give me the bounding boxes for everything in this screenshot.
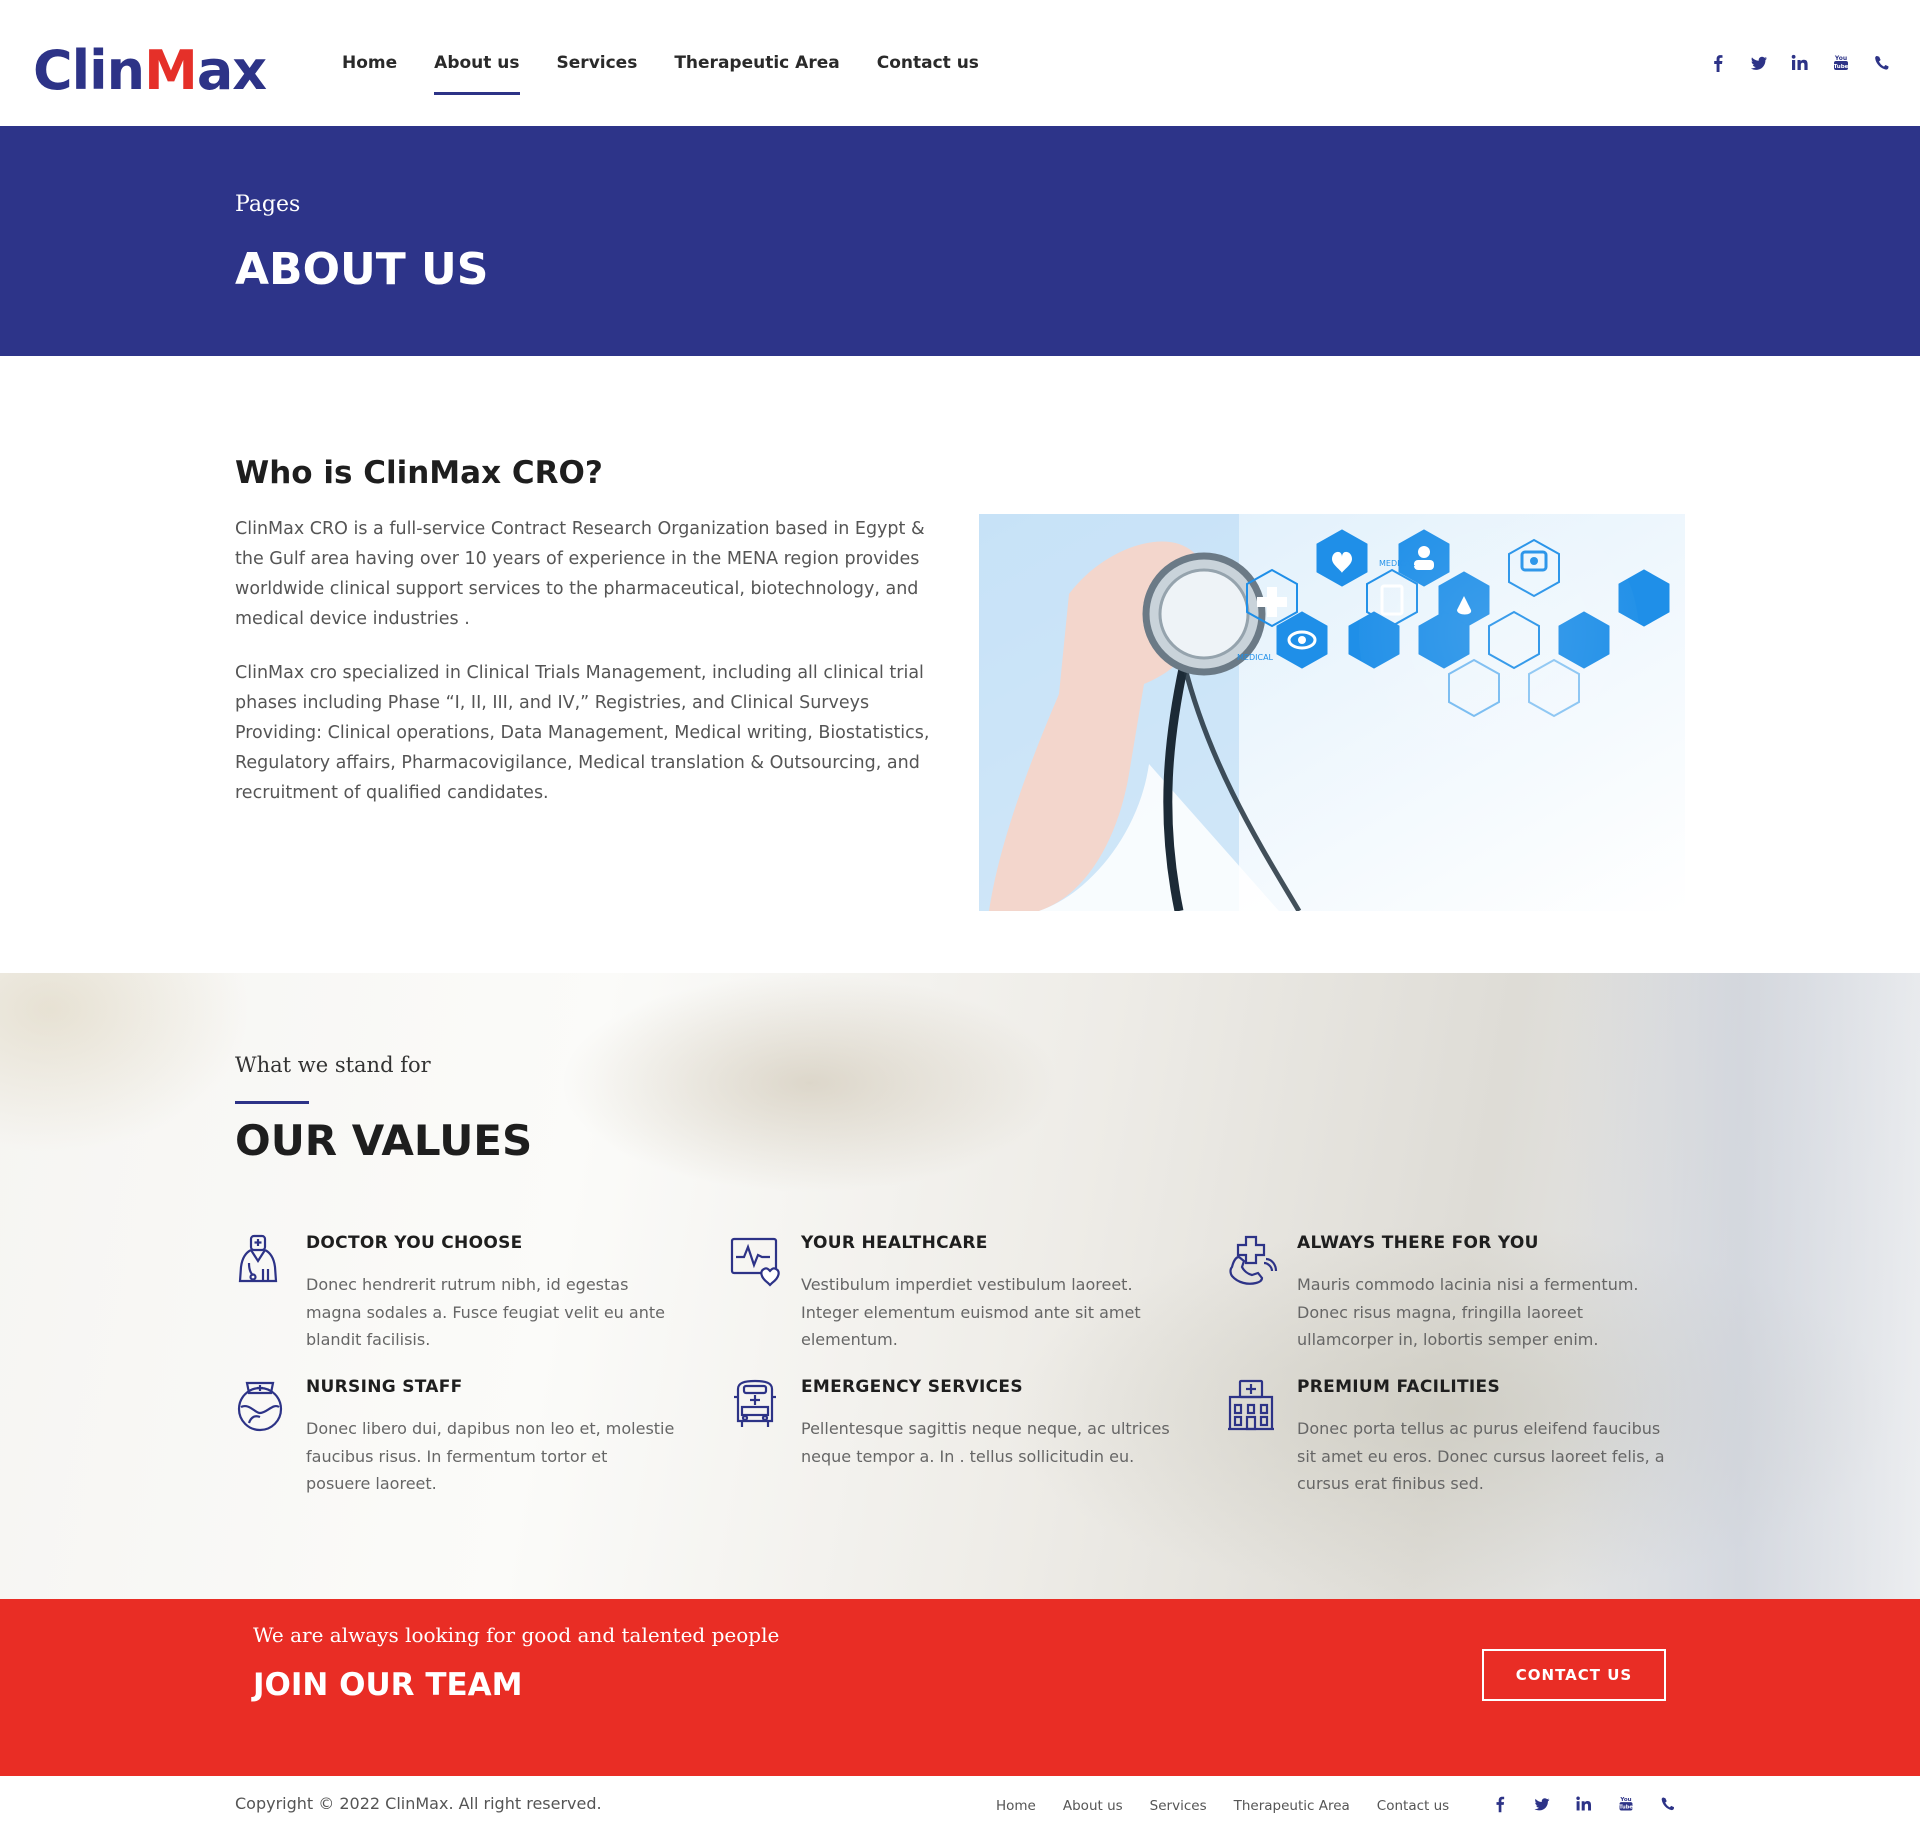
about-image: MEDICAL MEDICAL	[979, 514, 1685, 911]
footer-social: You Tube	[1490, 1792, 1700, 1816]
phone-icon[interactable]	[1872, 50, 1892, 76]
about-paragraph-1: ClinMax CRO is a full-service Contract R…	[235, 519, 925, 629]
svg-text:Tube: Tube	[1619, 1805, 1633, 1811]
facebook-icon[interactable]	[1490, 1792, 1510, 1816]
values-subtitle: What we stand for	[235, 1053, 431, 1077]
value-title: ALWAYS THERE FOR YOU	[1297, 1233, 1539, 1253]
medical-phone-icon	[1226, 1233, 1278, 1289]
nav-about-us[interactable]: About us	[434, 48, 520, 98]
medical-label-2: MEDICAL	[1237, 653, 1274, 662]
ambulance-icon	[730, 1377, 780, 1433]
footer-nav-services[interactable]: Services	[1150, 1798, 1207, 1814]
hospital-icon	[1226, 1377, 1276, 1433]
nav-therapeutic-area[interactable]: Therapeutic Area	[674, 48, 839, 98]
value-item-emergency: EMERGENCY SERVICES Pellentesque sagittis…	[730, 1377, 1170, 1497]
value-title: DOCTOR YOU CHOOSE	[306, 1233, 523, 1253]
value-text: Donec porta tellus ac purus eleifend fau…	[1297, 1419, 1665, 1493]
value-title: PREMIUM FACILITIES	[1297, 1377, 1500, 1397]
footer-nav-therapeutic-area[interactable]: Therapeutic Area	[1234, 1798, 1350, 1814]
value-text: Vestibulum imperdiet vestibulum laoreet.…	[801, 1275, 1141, 1349]
values-divider	[235, 1101, 309, 1104]
hero-breadcrumb: Pages	[235, 192, 301, 217]
main-nav: Home About us Services Therapeutic Area …	[342, 48, 1016, 98]
facebook-icon[interactable]	[1708, 50, 1728, 76]
value-text: Donec hendrerit rutrum nibh, id egestas …	[306, 1275, 665, 1349]
value-item-nursing: NURSING STAFF Donec libero dui, dapibus …	[235, 1377, 674, 1497]
value-title: NURSING STAFF	[306, 1377, 463, 1397]
about-heading: Who is ClinMax CRO?	[235, 455, 603, 491]
join-team-banner: We are always looking for good and talen…	[0, 1599, 1920, 1776]
footer-nav-home[interactable]: Home	[996, 1798, 1036, 1814]
cta-title: JOIN OUR TEAM	[253, 1667, 523, 1703]
twitter-icon[interactable]	[1749, 50, 1769, 76]
page-title: ABOUT US	[235, 244, 489, 295]
linkedin-icon[interactable]	[1574, 1792, 1594, 1816]
nav-services[interactable]: Services	[557, 48, 638, 98]
value-title: YOUR HEALTHCARE	[801, 1233, 988, 1253]
doctor-icon	[235, 1233, 285, 1289]
value-text: Pellentesque sagittis neque neque, ac ul…	[801, 1419, 1170, 1466]
site-header: ClinMax Home About us Services Therapeut…	[0, 0, 1920, 126]
value-text: Mauris commodo lacinia nisi a fermentum.…	[1297, 1275, 1639, 1349]
value-title: EMERGENCY SERVICES	[801, 1377, 1023, 1397]
twitter-icon[interactable]	[1532, 1792, 1552, 1816]
nav-contact-us[interactable]: Contact us	[877, 48, 979, 98]
svg-text:Tube: Tube	[1834, 64, 1849, 70]
value-item-healthcare: YOUR HEALTHCARE Vestibulum imperdiet ves…	[730, 1233, 1160, 1353]
nurse-icon	[235, 1377, 285, 1433]
header-social: You Tube	[1687, 50, 1892, 76]
value-item-doctor: DOCTOR YOU CHOOSE Donec hendrerit rutrum…	[235, 1233, 665, 1353]
footer-nav-contact-us[interactable]: Contact us	[1377, 1798, 1449, 1814]
value-text: Donec libero dui, dapibus non leo et, mo…	[306, 1419, 675, 1493]
value-item-facilities: PREMIUM FACILITIES Donec porta tellus ac…	[1226, 1377, 1665, 1497]
svg-text:You: You	[1834, 55, 1847, 62]
stethoscope-medical-illustration: MEDICAL MEDICAL	[979, 514, 1685, 911]
nav-home[interactable]: Home	[342, 48, 397, 98]
values-section: What we stand for OUR VALUES DOCTOR YOU …	[0, 973, 1920, 1599]
footer-nav-about-us[interactable]: About us	[1063, 1798, 1123, 1814]
youtube-icon[interactable]: You Tube	[1616, 1792, 1636, 1816]
page-hero: Pages ABOUT US	[0, 126, 1920, 356]
phone-icon[interactable]	[1658, 1792, 1678, 1816]
heart-monitor-icon	[730, 1233, 780, 1289]
cta-subtitle: We are always looking for good and talen…	[253, 1623, 780, 1647]
linkedin-icon[interactable]	[1790, 50, 1810, 76]
site-footer: Copyright © 2022 ClinMax. All right rese…	[0, 1776, 1920, 1838]
youtube-icon[interactable]: You Tube	[1831, 50, 1851, 76]
copyright: Copyright © 2022 ClinMax. All right rese…	[235, 1794, 602, 1813]
value-item-always-there: ALWAYS THERE FOR YOU Mauris commodo laci…	[1226, 1233, 1656, 1353]
logo[interactable]: ClinMax	[33, 38, 267, 104]
footer-nav: Home About us Services Therapeutic Area …	[996, 1798, 1476, 1814]
values-title: OUR VALUES	[235, 1116, 533, 1165]
contact-us-button[interactable]: CONTACT US	[1482, 1649, 1666, 1701]
about-paragraph-2: ClinMax cro specialized in Clinical Tria…	[235, 663, 930, 803]
